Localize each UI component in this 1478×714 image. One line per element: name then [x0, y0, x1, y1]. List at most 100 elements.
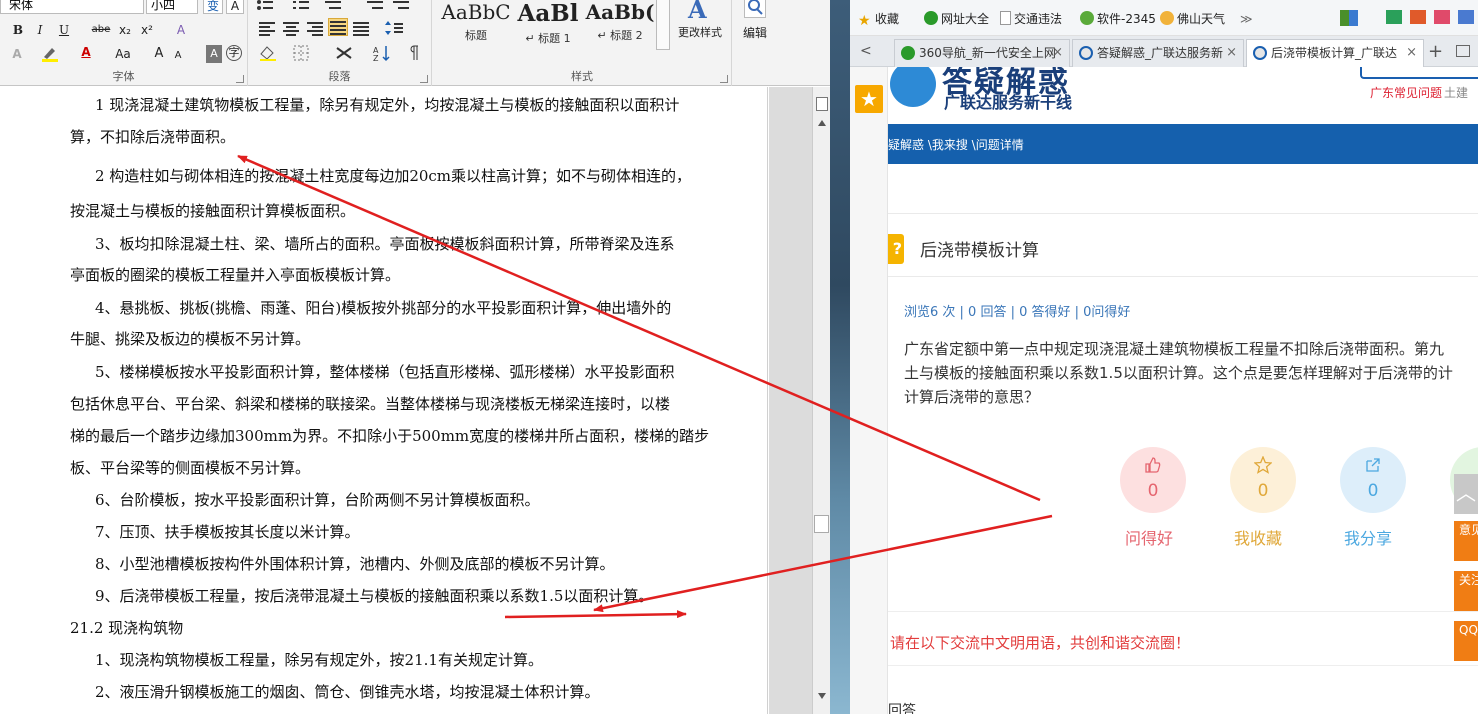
justify-icon[interactable] — [328, 18, 348, 36]
superscript-button[interactable]: x² — [138, 21, 156, 39]
paragraph-dialog-launcher[interactable] — [420, 75, 428, 83]
edit-label[interactable]: 编辑 — [736, 24, 774, 42]
scroll-up-icon[interactable] — [818, 120, 826, 126]
share-button[interactable]: 0 — [1340, 447, 1406, 513]
change-styles-label[interactable]: 更改样式 — [674, 24, 726, 42]
multilevel-list-icon[interactable] — [324, 0, 344, 14]
styles-gallery-scroll[interactable] — [656, 0, 670, 50]
good-count: 0 — [1147, 481, 1159, 501]
show-marks-icon[interactable] — [406, 44, 426, 62]
font-color-button[interactable]: A — [78, 43, 94, 61]
pinyin-icon[interactable]: 变 — [203, 0, 223, 14]
document-area[interactable]: 1 现浇混凝土建筑物模板工程量，除另有规定外，均按混凝土与模板的接触面积以面积计… — [0, 87, 812, 714]
tab-list-icon[interactable] — [1456, 45, 1470, 57]
favorite-star-icon[interactable]: ★ — [855, 85, 883, 113]
font-size-select[interactable]: 小四 — [146, 0, 198, 14]
grow-font-button[interactable]: A — [152, 45, 166, 63]
tab-current[interactable]: 后浇带模板计算_广联达 × — [1246, 39, 1424, 68]
svg-text:A: A — [687, 0, 707, 22]
question-line: 广东省定额中第一点中规定现浇混凝土建筑物模板工程量不扣除后浇带面积。第九 — [904, 340, 1445, 358]
distribute-icon[interactable] — [352, 19, 372, 37]
char-border-icon[interactable]: A — [226, 0, 244, 14]
screenshot-icon[interactable] — [1458, 10, 1474, 24]
bookmark-favorites[interactable]: ★ 收藏 — [858, 10, 899, 28]
favorite-button[interactable]: 0 — [1230, 447, 1296, 513]
align-center-icon[interactable] — [282, 19, 302, 37]
change-case-button[interactable]: Aa — [112, 45, 134, 63]
enclose-char-button[interactable]: 字 — [226, 45, 242, 61]
styles-dialog-launcher[interactable] — [720, 75, 728, 83]
bold-button[interactable]: B — [10, 21, 26, 39]
region-faq-link[interactable]: 广东常见问题 — [1370, 84, 1442, 101]
scroll-thumb[interactable] — [814, 515, 829, 533]
share-label[interactable]: 我分享 — [1344, 525, 1392, 549]
shading-icon[interactable] — [258, 44, 278, 62]
tab-close-icon[interactable]: × — [1052, 40, 1063, 66]
ruler-toggle-icon[interactable] — [816, 97, 828, 111]
change-styles-icon[interactable]: A — [684, 0, 714, 24]
bookmark-weather[interactable]: 佛山天气 — [1160, 10, 1225, 28]
align-left-icon[interactable] — [258, 19, 278, 37]
bookmark-traffic[interactable]: 交通违法 — [1000, 10, 1062, 28]
tab-scroll-left-icon[interactable]: < — [860, 43, 872, 59]
document-scrollbar[interactable] — [812, 87, 830, 714]
reading-icon[interactable] — [1386, 10, 1402, 24]
clear-format-button[interactable]: A — [172, 21, 190, 39]
divider — [888, 665, 1478, 666]
italic-button[interactable]: I — [32, 21, 48, 39]
bookmark-bar: ★ 收藏 网址大全 交通违法 软件-2345 佛山天气 ≫ — [850, 0, 1478, 36]
tab-close-icon[interactable]: × — [1226, 40, 1237, 66]
qq-consult-button[interactable]: QQ咨询 — [1454, 621, 1478, 661]
feedback-button[interactable]: 意见反馈 — [1454, 521, 1478, 561]
increase-indent-icon[interactable] — [392, 0, 412, 14]
follow-us-button[interactable]: 关注我们 — [1454, 571, 1478, 611]
font-name-select[interactable]: 宋体 — [0, 0, 144, 14]
tab-title: 后浇带模板计算_广联达 — [1271, 46, 1398, 60]
find-icon[interactable] — [744, 0, 766, 18]
style-heading-2[interactable]: AaBb( ↵ 标题 2 — [584, 0, 656, 50]
highlight-icon[interactable] — [40, 45, 60, 63]
style-heading-1[interactable]: AaBl ↵ 标题 1 — [512, 0, 584, 50]
line-spacing-icon[interactable] — [384, 19, 404, 37]
asian-layout-icon[interactable] — [334, 44, 354, 62]
bookmark-overflow[interactable]: ≫ — [1240, 10, 1253, 28]
good-question-button[interactable]: 0 — [1120, 447, 1186, 513]
decrease-indent-icon[interactable] — [366, 0, 386, 14]
sort-icon[interactable]: AZ — [372, 44, 392, 63]
bookmark-software[interactable]: 软件-2345 — [1080, 10, 1156, 28]
numbering-icon[interactable] — [292, 0, 312, 14]
underline-button[interactable]: U — [56, 21, 72, 39]
char-shading-button[interactable]: A — [206, 45, 222, 63]
favorite-label[interactable]: 我收藏 — [1234, 525, 1282, 549]
civil-link[interactable]: 土建 — [1444, 84, 1468, 101]
bookmark-web-directory[interactable]: 网址大全 — [924, 10, 989, 28]
sidebar-gutter: ★ — [850, 67, 888, 714]
strikethrough-button[interactable]: abe — [90, 21, 112, 39]
align-right-icon[interactable] — [306, 19, 326, 37]
gift-icon[interactable] — [1410, 10, 1426, 24]
good-question-label[interactable]: 问得好 — [1125, 525, 1173, 549]
favorite-count: 0 — [1257, 481, 1269, 501]
tab-close-icon[interactable]: × — [1406, 40, 1417, 66]
thumbs-up-icon — [1145, 457, 1161, 473]
bullets-icon[interactable] — [256, 0, 276, 14]
weather-icon — [1160, 11, 1174, 25]
tab-qa[interactable]: 答疑解惑_广联达服务新 × — [1072, 39, 1244, 67]
page-icon — [1000, 11, 1011, 25]
shrink-font-button[interactable]: A — [172, 47, 184, 65]
translate-icon[interactable] — [1434, 10, 1450, 24]
back-to-top-icon[interactable]: ︿ — [1454, 474, 1478, 514]
borders-icon[interactable] — [292, 44, 312, 62]
font-dialog-launcher[interactable] — [236, 75, 244, 83]
360-favicon-icon — [901, 46, 915, 60]
breadcrumb[interactable]: 疑解惑 \我来搜 \问题详情 — [888, 136, 1024, 153]
text-effect-button[interactable]: A — [8, 45, 26, 63]
tab-360-nav[interactable]: 360导航_新一代安全上网 × — [894, 39, 1070, 67]
answer-section-label: 回答 — [888, 703, 916, 714]
apps-icon[interactable] — [1340, 10, 1358, 26]
new-tab-button[interactable]: + — [1428, 41, 1443, 62]
document-page[interactable]: 1 现浇混凝土建筑物模板工程量，除另有规定外，均按混凝土与模板的接触面积以面积计… — [0, 87, 768, 714]
scroll-down-icon[interactable] — [818, 693, 826, 699]
subscript-button[interactable]: x₂ — [116, 21, 134, 39]
style-title[interactable]: AaBbC 标题 — [440, 0, 512, 50]
